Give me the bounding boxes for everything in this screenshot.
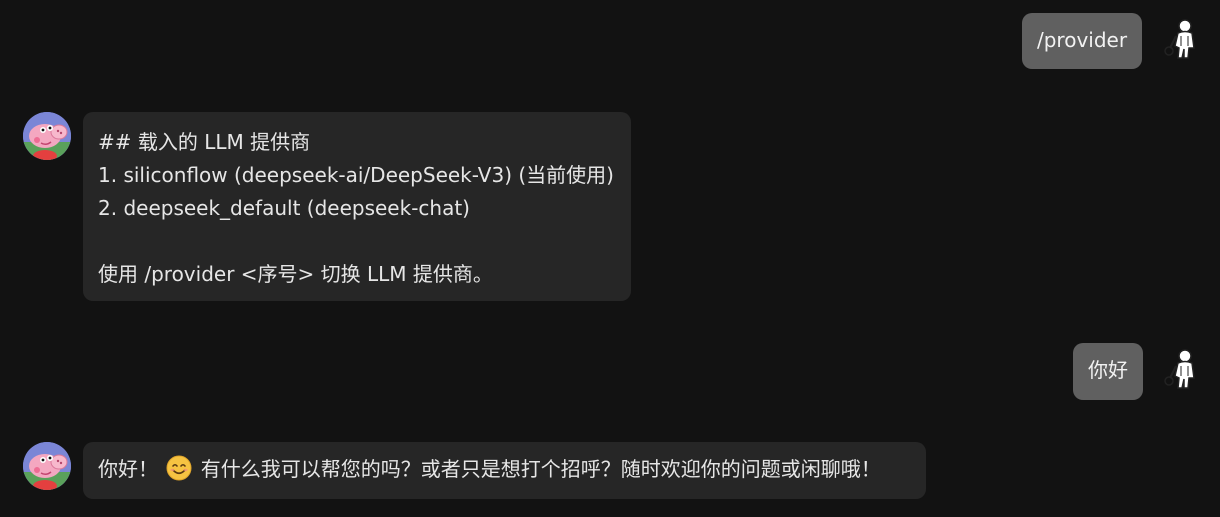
user-message-bubble: 你好 [1073,343,1143,400]
assistant-greeting-text: 你好！ [98,457,158,481]
assistant-message-bubble: ## 载入的 LLM 提供商 1. siliconflow (deepseek-… [83,112,631,301]
chat-window: /provider ## 载入的 LLM 提供商 1. siliconflow … [0,0,1220,517]
astronaut-icon [1163,348,1203,392]
provider-usage-hint: 使用 /provider <序号> 切换 LLM 提供商。 [98,262,493,286]
provider-item-2: 2. deepseek_default (deepseek-chat) [98,196,470,220]
peppa-pig-avatar [23,442,71,490]
astronaut-icon [1163,18,1203,62]
user-message-text: 你好 [1088,358,1128,382]
user-message-bubble: /provider [1022,13,1143,69]
provider-item-1: 1. siliconflow (deepseek-ai/DeepSeek-V3)… [98,163,614,187]
assistant-message-bubble: 你好！ 有什么我可以帮您的吗？或者只是想打个招呼？随时欢迎你的问题或闲聊哦！ [83,442,926,499]
provider-list-heading: ## 载入的 LLM 提供商 [98,130,311,154]
smiling-face-emoji-icon [166,455,192,481]
assistant-greeting-rest: 有什么我可以帮您的吗？或者只是想打个招呼？随时欢迎你的问题或闲聊哦！ [200,457,881,481]
user-message-text: /provider [1037,28,1128,52]
peppa-pig-avatar [23,112,71,160]
